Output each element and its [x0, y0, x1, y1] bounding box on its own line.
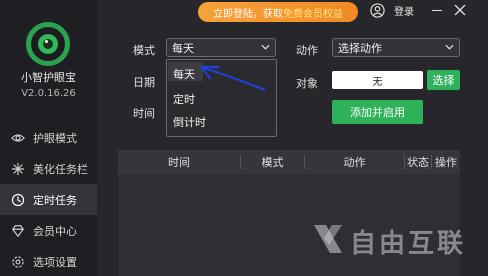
- action-label: 动作: [296, 44, 318, 57]
- date-label: 日期: [133, 76, 155, 89]
- mode-select[interactable]: 每天: [166, 38, 276, 57]
- sidebar-item-scheduled-tasks[interactable]: 定时任务: [0, 184, 97, 215]
- target-label: 对象: [296, 77, 318, 90]
- action-select[interactable]: 选择动作: [332, 38, 460, 57]
- watermark: 自由互联: [302, 219, 482, 259]
- app-version: V2.0.16.26: [21, 88, 76, 99]
- minimize-icon[interactable]: [432, 10, 442, 11]
- promo-text: 立即登陆，获取: [213, 8, 283, 20]
- diamond-icon: [10, 223, 26, 239]
- column-header-operation: 操作: [435, 156, 457, 169]
- dropdown-option-daily[interactable]: 每天: [173, 66, 195, 82]
- target-field[interactable]: 无: [332, 71, 423, 89]
- column-header-mode: 模式: [261, 156, 284, 169]
- sidebar-item-eye-mode[interactable]: 护眼模式: [0, 122, 97, 153]
- column-header-time: 时间: [168, 156, 190, 169]
- column-header-action: 动作: [343, 156, 366, 169]
- login-link[interactable]: 登录: [394, 3, 414, 18]
- sidebar-item-label: 会员中心: [33, 224, 77, 238]
- mode-select-value: 每天: [172, 41, 194, 55]
- eye-icon: [10, 130, 26, 146]
- app-name: 小智护眼宝: [21, 71, 76, 84]
- x-logo-icon: [314, 225, 342, 253]
- chevron-down-icon: [261, 44, 270, 50]
- add-and-enable-button[interactable]: 添加并启用: [332, 100, 423, 124]
- annotation-arrow-icon: [200, 65, 266, 92]
- clock-icon: [10, 192, 26, 208]
- sidebar-item-label: 定时任务: [33, 193, 77, 207]
- sidebar-item-label: 选项设置: [33, 255, 77, 269]
- sidebar-item-member-center[interactable]: 会员中心: [0, 215, 97, 246]
- column-header-status: 状态: [407, 156, 429, 169]
- select-target-button[interactable]: 选择: [427, 70, 460, 90]
- mode-label: 模式: [133, 44, 155, 57]
- sparkle-icon: [10, 161, 26, 177]
- sidebar-item-settings[interactable]: 选项设置: [0, 246, 97, 276]
- login-promo-button[interactable]: 立即登陆，获取 免费会员权益: [198, 2, 358, 22]
- time-label: 时间: [133, 107, 155, 120]
- sidebar-item-taskbar[interactable]: 美化任务栏: [0, 153, 97, 184]
- watermark-text: 自由互联: [350, 229, 467, 259]
- settings-icon: [10, 254, 26, 270]
- dropdown-option-countdown[interactable]: 倒计时: [173, 114, 206, 130]
- close-icon[interactable]: [453, 3, 467, 17]
- sidebar: 小智护眼宝 V2.0.16.26 护眼模式 美化任务栏 定时任务 会员中心 选项…: [0, 0, 97, 276]
- sidebar-item-label: 护眼模式: [33, 131, 77, 145]
- action-select-value: 选择动作: [338, 41, 382, 55]
- table-header: 时间 模式 动作 状态 操作: [118, 150, 460, 174]
- dropdown-option-scheduled[interactable]: 定时: [173, 91, 195, 107]
- app-logo-icon: [26, 22, 70, 66]
- user-icon[interactable]: [370, 3, 385, 18]
- chevron-down-icon: [445, 44, 454, 50]
- sidebar-item-label: 美化任务栏: [33, 162, 88, 176]
- promo-highlight: 免费会员权益: [283, 8, 343, 20]
- sidebar-nav: 护眼模式 美化任务栏 定时任务 会员中心 选项设置: [0, 122, 97, 276]
